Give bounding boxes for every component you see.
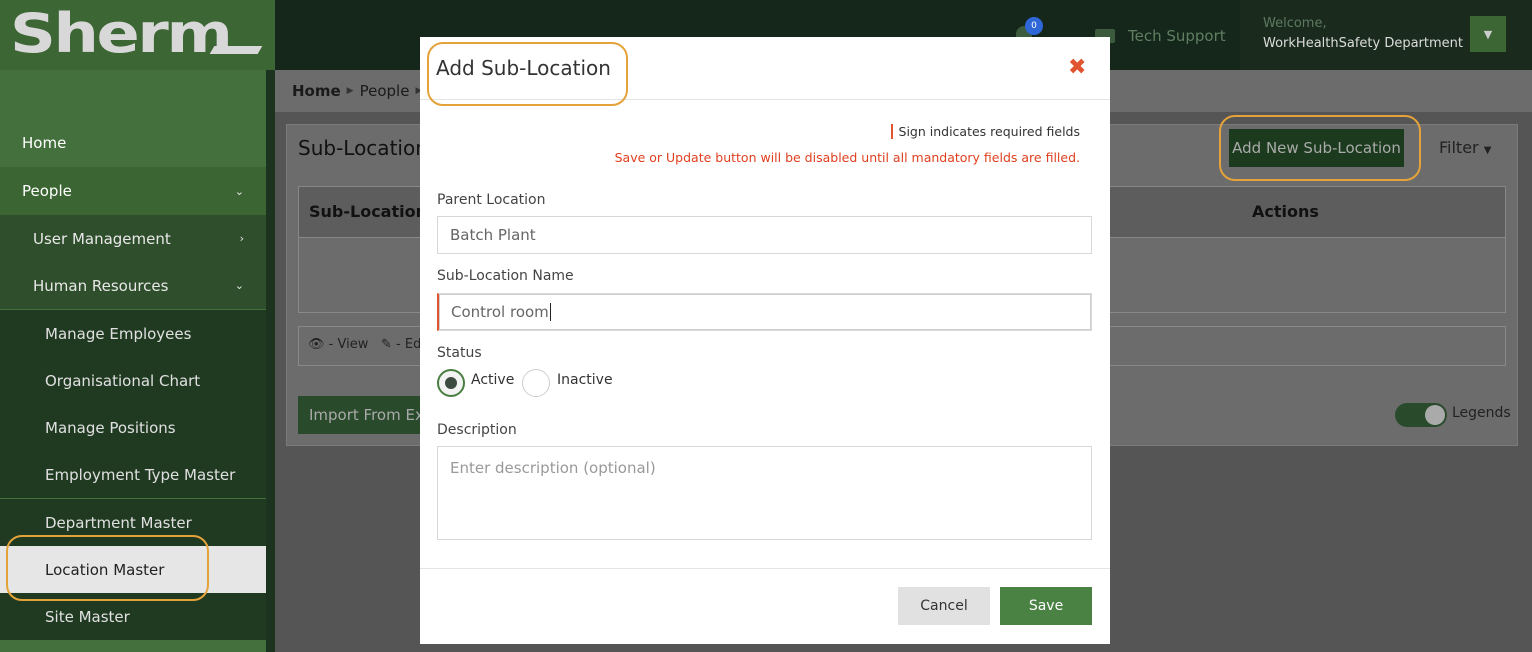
sub-location-name-label: Sub-Location Name [437,268,574,284]
legend-edit: ✎ - Ed [381,337,421,352]
description-textarea[interactable]: Enter description (optional) [437,446,1092,540]
legend-edit-label: - Ed [396,337,422,352]
sidebar-item-manage-employees[interactable]: Manage Employees [0,310,266,357]
mandatory-warning: Save or Update button will be disabled u… [614,150,1080,165]
highlight-ring [1219,115,1421,181]
breadcrumb: Home ▶ People ▶ H [292,82,440,100]
sidebar-item-label: Manage Employees [45,324,192,343]
chevron-down-icon: ⌄ [234,279,244,292]
welcome-label: Welcome, [1263,16,1327,31]
sidebar-item-human-resources[interactable]: Human Resources ⌄ [0,262,266,309]
status-label: Status [437,345,482,361]
highlight-ring [6,535,209,601]
sidebar-item-label: Home [22,134,67,152]
tech-support-link[interactable]: Tech Support [1128,27,1226,45]
logo-dash [209,46,263,54]
logo-area: Sherm [0,0,275,70]
legend-view-label: - View [328,337,369,352]
legends-label: Legends [1452,405,1511,421]
status-inactive-radio[interactable] [522,369,550,397]
sidebar-item-label: Site Master [45,607,130,626]
parent-location-value: Batch Plant [450,226,536,244]
sidebar-item-user-management[interactable]: User Management › [0,215,266,262]
eye-icon: 👁 [308,337,325,352]
import-from-excel-button[interactable]: Import From Excel [298,396,423,434]
caret-down-icon: ▼ [1483,145,1492,156]
filter-label: Filter [1439,138,1479,157]
sidebar-item-employment-type-master[interactable]: Employment Type Master [0,451,266,498]
sidebar-item-manage-positions[interactable]: Manage Positions [0,404,266,451]
status-active-label[interactable]: Active [471,372,514,388]
sidebar-item-label: Manage Positions [45,418,176,437]
sub-location-name-value: Control room [451,303,549,321]
sidebar-item-people[interactable]: People ⌄ [0,167,266,215]
description-label: Description [437,422,517,438]
sidebar-item-label: Organisational Chart [45,371,201,390]
status-inactive-label[interactable]: Inactive [557,372,613,388]
sub-location-name-input[interactable]: Control room [437,293,1092,331]
highlight-ring [427,42,628,106]
caret-down-icon: ▼ [1483,27,1493,41]
app-logo[interactable]: Sherm [10,2,233,65]
legend-view: 👁 - View [308,337,368,352]
caret-right-icon: ▶ [346,86,354,96]
parent-location-label: Parent Location [437,192,546,208]
sidebar-scrollbar[interactable] [266,70,275,652]
sidebar-item-home[interactable]: Home [0,119,266,167]
notification-badge: 0 [1025,17,1043,35]
sidebar-item-label: Department Master [45,513,192,532]
user-name: WorkHealthSafety Department [1263,36,1463,51]
description-placeholder: Enter description (optional) [450,459,656,477]
chevron-right-icon: › [239,232,244,245]
parent-location-field[interactable]: Batch Plant [437,216,1092,254]
sidebar-item-organisational-chart[interactable]: Organisational Chart [0,357,266,404]
cancel-button[interactable]: Cancel [898,587,990,625]
add-sub-location-dialog: Add Sub-Location ✖ Sign indicates requir… [420,37,1110,644]
user-menu-button[interactable]: ▼ [1470,16,1506,52]
filter-button[interactable]: Filter ▼ [1439,138,1491,157]
breadcrumb-people[interactable]: People [360,82,410,100]
text-caret [549,303,551,321]
required-fields-note: Sign indicates required fields [890,124,1080,139]
edit-icon: ✎ [381,337,392,352]
page-title: Sub-Locations [298,136,439,160]
sidebar-item-label: Employment Type Master [45,465,236,484]
legends-toggle[interactable] [1395,403,1447,427]
chevron-down-icon: ⌄ [234,184,244,198]
sidebar-item-label: People [22,182,72,200]
status-active-radio[interactable] [437,369,465,397]
close-icon[interactable]: ✖ [1068,57,1086,79]
column-header-actions: Actions [1252,202,1319,221]
breadcrumb-home[interactable]: Home [292,82,341,100]
sidebar-item-label: Human Resources [33,276,169,295]
sidebar-item-label: User Management [33,229,171,248]
save-button[interactable]: Save [1000,587,1092,625]
dialog-footer-divider [420,568,1110,569]
